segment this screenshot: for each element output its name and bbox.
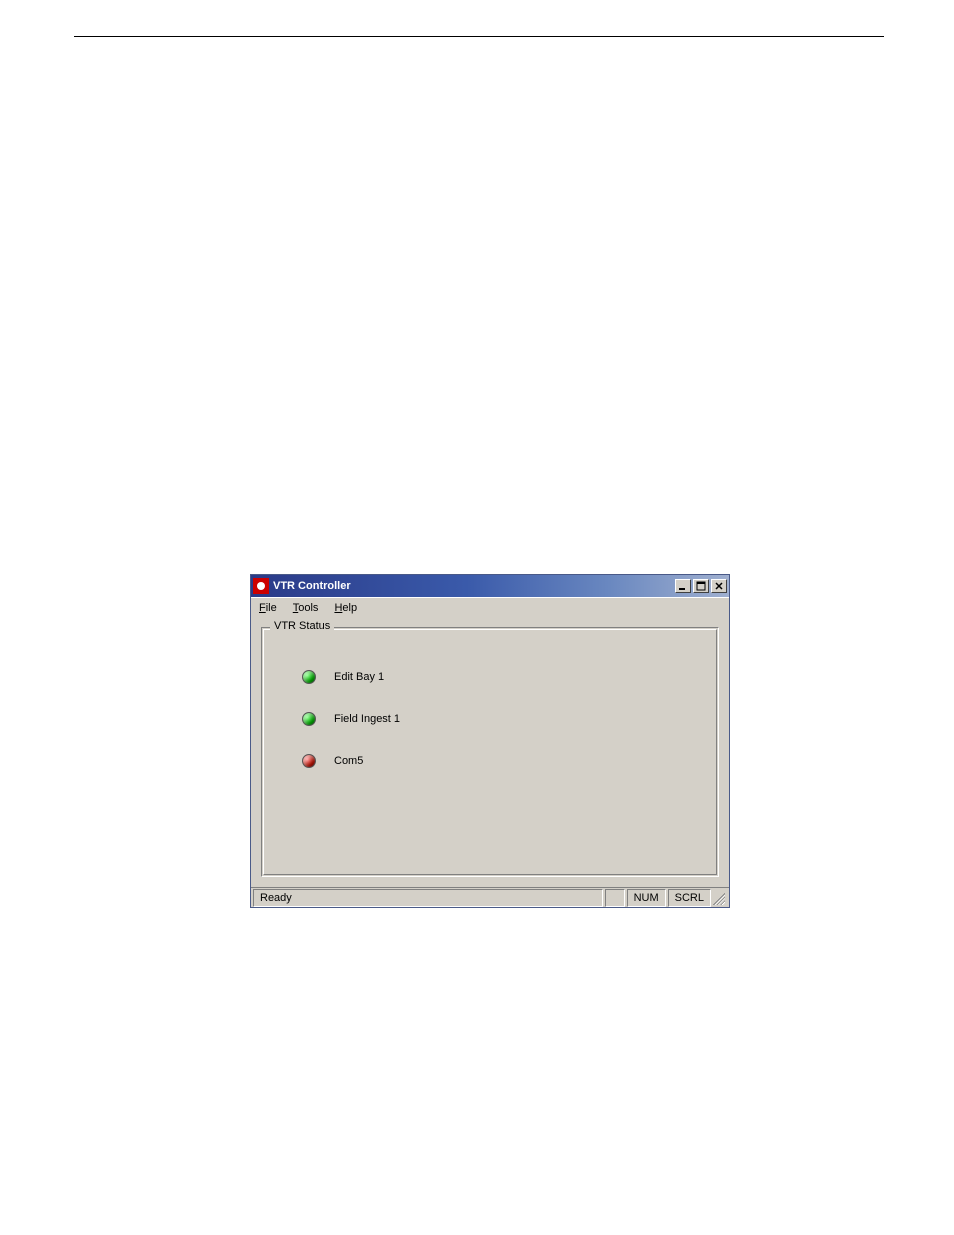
statusbar: Ready NUM SCRL xyxy=(251,887,729,907)
status-label: Com5 xyxy=(334,755,363,767)
resize-grip-icon[interactable] xyxy=(713,889,727,907)
horizontal-rule xyxy=(74,36,884,37)
menu-file[interactable]: File xyxy=(255,600,281,616)
titlebar[interactable]: VTR Controller xyxy=(251,575,729,597)
status-label: Field Ingest 1 xyxy=(334,713,400,725)
minimize-button[interactable] xyxy=(675,579,691,593)
client-area: VTR Status Edit Bay 1 Field Ingest 1 Com… xyxy=(251,617,729,887)
statusbar-pane-scrl: SCRL xyxy=(668,889,711,907)
menu-help[interactable]: Help xyxy=(330,600,361,616)
groupbox-title: VTR Status xyxy=(270,620,334,632)
statusbar-pane-num: NUM xyxy=(627,889,666,907)
statusbar-message: Ready xyxy=(253,889,603,907)
close-button[interactable] xyxy=(711,579,727,593)
menubar: File Tools Help xyxy=(251,597,729,617)
titlebar-text: VTR Controller xyxy=(273,580,675,592)
status-led-icon xyxy=(302,712,316,726)
maximize-button[interactable] xyxy=(693,579,709,593)
status-led-icon xyxy=(302,670,316,684)
app-icon xyxy=(253,578,269,594)
status-row: Edit Bay 1 xyxy=(302,670,702,684)
status-label: Edit Bay 1 xyxy=(334,671,384,683)
vtr-controller-window: VTR Controller File Tools Help VTR Statu… xyxy=(250,574,730,908)
menu-tools[interactable]: Tools xyxy=(289,600,323,616)
status-row: Field Ingest 1 xyxy=(302,712,702,726)
status-row: Com5 xyxy=(302,754,702,768)
vtr-status-group: VTR Status Edit Bay 1 Field Ingest 1 Com… xyxy=(261,627,719,877)
statusbar-pane-blank xyxy=(605,889,625,907)
status-led-icon xyxy=(302,754,316,768)
